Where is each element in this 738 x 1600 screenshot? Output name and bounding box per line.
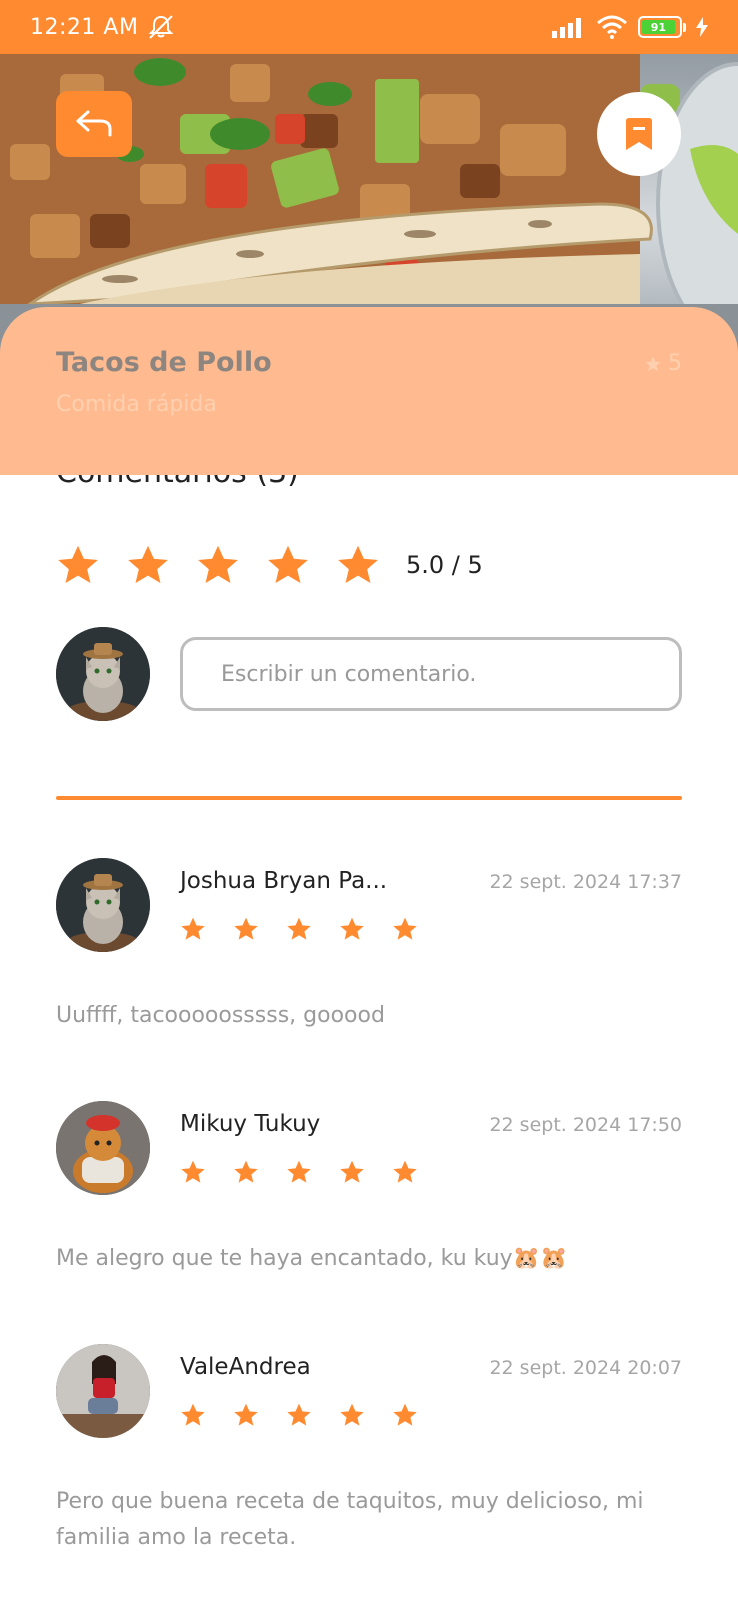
battery-icon: 91 [638, 16, 686, 38]
comment-author: Joshua Bryan Pa... [180, 868, 388, 894]
star-icon [287, 917, 311, 940]
recipe-title: Tacos de Pollo [56, 347, 272, 378]
status-time: 12:21 AM [30, 14, 139, 40]
mute-icon [149, 15, 174, 39]
comment-composer: Escribir un comentario. [56, 627, 682, 721]
comment-avatar [56, 1344, 150, 1438]
status-bar: 12:21 AM 91 [0, 0, 738, 54]
status-icons: 91 [552, 15, 708, 39]
comment-date: 22 sept. 2024 17:37 [489, 871, 682, 893]
star-icon [340, 1160, 364, 1183]
average-rating: 5.0 / 5 [406, 551, 483, 579]
recipe-rating: 5 [644, 351, 682, 376]
star-icon [340, 917, 364, 940]
comment-stars [180, 916, 682, 942]
star-icon [234, 1160, 258, 1183]
rating-star-4[interactable] [266, 543, 310, 587]
signal-icon [552, 18, 581, 38]
star-icon [181, 1160, 205, 1183]
rating-star-1[interactable] [56, 543, 100, 587]
bookmark-button[interactable] [597, 92, 681, 176]
recipe-title-card: Tacos de Pollo Comida rápida 5 [0, 307, 738, 475]
star-icon [181, 1403, 205, 1426]
rating-star-3[interactable] [196, 543, 240, 587]
star-icon [234, 1403, 258, 1426]
star-icon [393, 1160, 417, 1183]
wifi-icon [597, 15, 627, 39]
star-icon [393, 1403, 417, 1426]
bookmark-icon [626, 118, 652, 150]
comment-item: Joshua Bryan Pa... 22 sept. 2024 17:37 U… [56, 858, 682, 1034]
section-divider [56, 796, 682, 800]
back-arrow-icon [76, 110, 112, 137]
comment-avatar [56, 1101, 150, 1195]
star-icon [181, 917, 205, 940]
star-icon [287, 1160, 311, 1183]
battery-level: 91 [642, 20, 675, 34]
comment-text: Pero que buena receta de taquitos, muy d… [56, 1489, 644, 1550]
recipe-rating-value: 5 [668, 351, 682, 376]
star-icon [645, 356, 661, 371]
comment-avatar [56, 858, 150, 952]
rating-star-2[interactable] [126, 543, 170, 587]
current-user-avatar [56, 627, 150, 721]
charging-icon [696, 17, 708, 37]
recipe-category: Comida rápida [56, 392, 217, 417]
comment-text: Me alegro que te haya encantado, ku kuy🐹… [56, 1246, 568, 1271]
comment-stars [180, 1402, 682, 1428]
comment-item: ValeAndrea 22 sept. 2024 20:07 Pero que … [56, 1344, 682, 1556]
comment-text: Uuffff, tacooooosssss, gooood [56, 1003, 385, 1028]
comment-input[interactable]: Escribir un comentario. [180, 637, 682, 711]
back-button[interactable] [56, 91, 132, 157]
comment-author: Mikuy Tukuy [180, 1111, 321, 1137]
star-icon [287, 1403, 311, 1426]
rating-star-5[interactable] [336, 543, 380, 587]
comment-stars [180, 1159, 682, 1185]
comment-date: 22 sept. 2024 17:50 [489, 1114, 682, 1136]
comment-item: Mikuy Tukuy 22 sept. 2024 17:50 Me alegr… [56, 1101, 682, 1277]
comment-author: ValeAndrea [180, 1354, 311, 1380]
star-icon [393, 917, 417, 940]
comment-date: 22 sept. 2024 20:07 [489, 1357, 682, 1379]
rating-input: 5.0 / 5 [56, 543, 483, 587]
star-icon [340, 1403, 364, 1426]
star-icon [234, 917, 258, 940]
